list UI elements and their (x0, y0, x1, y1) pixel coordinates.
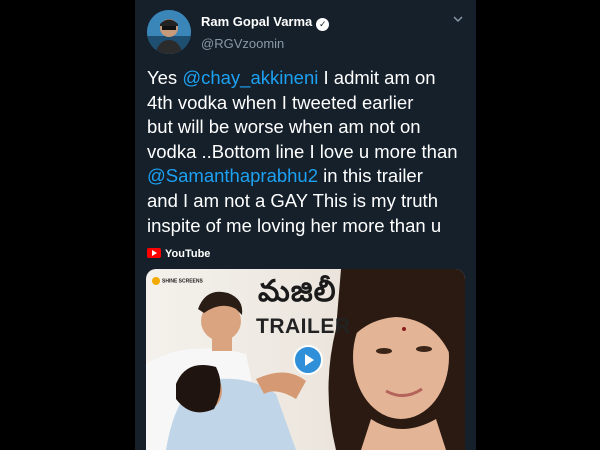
sun-icon (152, 277, 160, 285)
movie-title: మజిలీ (258, 275, 337, 308)
author-name[interactable]: Ram Gopal Varma ✓ (201, 14, 330, 31)
tweet-text-line: vodka ..Bottom line I love u more than (147, 140, 472, 165)
tweet-card: Ram Gopal Varma ✓ @RGVzoomin Yes @chay_ak… (135, 0, 476, 450)
tweet-text-segment: inspite of me loving her more than u (147, 214, 442, 236)
trailer-label: TRAILER (256, 315, 351, 338)
chevron-down-icon[interactable] (453, 14, 463, 24)
tweet-text-segment: and I am not a GAY This is my truth (147, 189, 438, 211)
video-thumbnail[interactable]: SHINE SCREENS మజిలీ TRAILER (146, 269, 465, 450)
link-source-label: YouTube (165, 248, 211, 260)
tweet-text-line: inspite of me loving her more than u (147, 214, 472, 239)
tweet-text-segment: vodka ..Bottom line I love u more than (147, 140, 458, 162)
tweet-text: Yes @chay_akkineni I admit am on 4th vodk… (147, 66, 472, 238)
author-handle[interactable]: @RGVzoomin (201, 36, 284, 51)
avatar-image (147, 10, 191, 54)
tweet-text-segment: Yes (147, 67, 183, 88)
tweet-text-line: but will be worse when am not on (147, 115, 472, 140)
mention-link[interactable]: @Samanthaprabhu2 (147, 165, 318, 186)
tweet-text-line: 4th vodka when I tweeted earlier (147, 91, 472, 116)
tweet-text-segment: I admit am on (318, 67, 436, 88)
tweet-text-segment: but will be worse when am not on (147, 116, 421, 138)
play-icon[interactable] (293, 345, 323, 375)
tweet-text-segment: in this trailer (318, 165, 423, 187)
link-source[interactable]: YouTube (147, 248, 210, 264)
verified-badge-icon: ✓ (316, 18, 330, 31)
avatar[interactable] (147, 10, 191, 54)
brand-logo: SHINE SCREENS (152, 277, 203, 285)
mention-link[interactable]: @chay_akkineni (182, 67, 318, 88)
tweet-text-line: Yes @chay_akkineni I admit am on (147, 66, 472, 91)
tweet-text-line: @Samanthaprabhu2 in this trailer (147, 164, 472, 189)
tweet-text-segment: 4th vodka when I tweeted earlier (147, 91, 414, 113)
youtube-icon (147, 248, 161, 258)
author-name-text: Ram Gopal Varma (201, 14, 313, 29)
tweet-text-line: and I am not a GAY This is my truth (147, 189, 472, 214)
brand-logo-text: SHINE SCREENS (162, 278, 203, 285)
